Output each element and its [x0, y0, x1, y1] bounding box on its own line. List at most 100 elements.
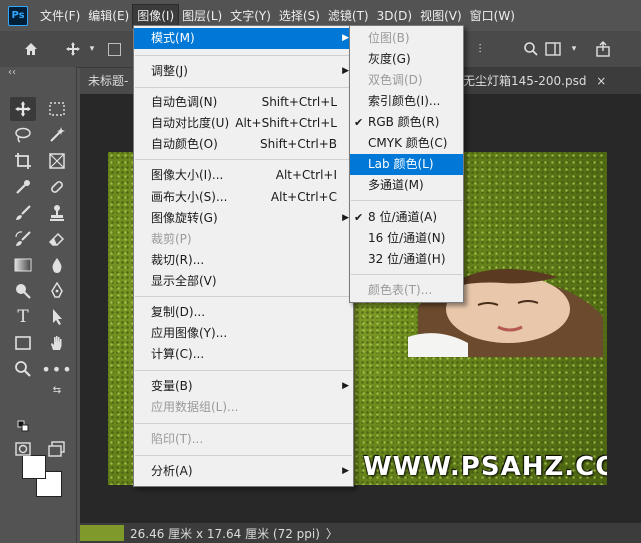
menu-window[interactable]: 窗口(W) [466, 5, 519, 27]
dodge-tool-icon[interactable] [10, 279, 36, 303]
menu-separator [135, 370, 352, 371]
align-icon[interactable]: ⫶ [472, 37, 488, 61]
menu-separator [135, 87, 352, 88]
navigator-thumbnail [80, 525, 124, 541]
menu-item-duplicate[interactable]: 复制(D)... [134, 302, 353, 323]
workspace-dropdown-icon[interactable]: ▾ [566, 37, 582, 61]
menu-item-auto-tone[interactable]: 自动色调(N) Shift+Ctrl+L [134, 92, 353, 113]
menu-separator [135, 296, 352, 297]
quick-mask-icon[interactable] [10, 437, 36, 461]
blur-tool-icon[interactable] [44, 253, 70, 277]
menu-item-variables[interactable]: 变量(B) ▶ [134, 376, 353, 397]
path-selection-tool-icon[interactable] [44, 305, 70, 329]
menu-image[interactable]: 图像(I) [132, 3, 180, 28]
menu-item-multichannel[interactable]: 多通道(M) [350, 175, 463, 196]
menu-item-apply-dataset[interactable]: 应用数据组(L)... [134, 397, 353, 418]
move-tool-options-icon[interactable] [60, 37, 86, 61]
menu-item-crop[interactable]: 裁剪(P) [134, 229, 353, 250]
menu-layer[interactable]: 图层(L) [178, 5, 226, 27]
more-tools-icon[interactable]: ••• [41, 357, 71, 381]
magic-wand-tool-icon[interactable] [44, 123, 70, 147]
move-tool-icon[interactable] [10, 97, 36, 121]
submenu-arrow-icon: ▶ [342, 33, 349, 43]
checkmark-icon: ✔ [354, 211, 364, 224]
menu-item-reveal-all[interactable]: 显示全部(V) [134, 271, 353, 292]
menu-separator [135, 455, 352, 456]
menu-item-image-size[interactable]: 图像大小(I)... Alt+Ctrl+I [134, 165, 353, 186]
close-icon[interactable]: × [596, 74, 606, 88]
default-colors-icon[interactable] [16, 419, 30, 433]
submenu-arrow-icon: ▶ [342, 66, 349, 76]
tab-untitled[interactable]: 未标题- [80, 68, 137, 94]
rectangle-tool-icon[interactable] [10, 331, 36, 355]
menu-separator [351, 274, 462, 275]
tab-document[interactable]: 无尘灯箱145-200.psd × [455, 68, 614, 94]
document-size-text: 26.46 厘米 x 17.64 厘米 (72 ppi) [130, 526, 320, 541]
chevron-down-icon[interactable]: ▾ [84, 37, 100, 61]
brush-tool-icon[interactable] [10, 201, 36, 225]
home-icon[interactable] [18, 37, 44, 61]
submenu-arrow-icon: ▶ [342, 466, 349, 476]
menu-item-mode[interactable]: 模式(M) ▶ [134, 28, 353, 49]
photoshop-logo: Ps [8, 5, 28, 26]
history-brush-tool-icon[interactable] [10, 227, 36, 251]
menu-item-auto-color[interactable]: 自动颜色(O) Shift+Ctrl+B [134, 134, 353, 155]
zoom-tool-icon[interactable] [10, 357, 36, 381]
menu-item-trap[interactable]: 陷印(T)... [134, 429, 353, 450]
menu-item-color-table[interactable]: 颜色表(T)... [350, 280, 463, 301]
screen-mode-icon[interactable] [44, 437, 70, 461]
pen-tool-icon[interactable] [44, 279, 70, 303]
menu-item-grayscale[interactable]: 灰度(G) [350, 49, 463, 70]
gradient-tool-icon[interactable] [10, 253, 36, 277]
type-tool-icon[interactable]: T [10, 305, 36, 329]
menu-edit[interactable]: 编辑(E) [84, 5, 133, 27]
watermark-text: WWW.PSAHZ.COM [363, 452, 607, 482]
menu-item-16-bit[interactable]: 16 位/通道(N) [350, 228, 463, 249]
healing-brush-tool-icon[interactable] [44, 175, 70, 199]
menu-filter[interactable]: 滤镜(T) [324, 5, 373, 27]
crop-tool-icon[interactable] [10, 149, 36, 173]
checkmark-icon: ✔ [354, 116, 364, 129]
marquee-tool-icon[interactable] [44, 97, 70, 121]
menu-type[interactable]: 文字(Y) [226, 5, 275, 27]
menu-item-apply-image[interactable]: 应用图像(Y)... [134, 323, 353, 344]
menu-item-auto-contrast[interactable]: 自动对比度(U) Alt+Shift+Ctrl+L [134, 113, 353, 134]
menu-3d[interactable]: 3D(D) [373, 5, 416, 27]
menu-item-cmyk-color[interactable]: CMYK 颜色(C) [350, 133, 463, 154]
status-bar: 26.46 厘米 x 17.64 厘米 (72 ppi) 〉 [80, 523, 641, 543]
menu-item-image-rotation[interactable]: 图像旋转(G) ▶ [134, 208, 353, 229]
menu-select[interactable]: 选择(S) [275, 5, 324, 27]
menu-item-canvas-size[interactable]: 画布大小(S)... Alt+Ctrl+C [134, 187, 353, 208]
menu-item-indexed-color[interactable]: 索引颜色(I)... [350, 91, 463, 112]
swap-colors-icon[interactable]: ⇆ [50, 383, 64, 397]
menu-file[interactable]: 文件(F) [36, 5, 84, 27]
auto-select-checkbox[interactable] [106, 37, 122, 61]
menu-item-8-bit[interactable]: ✔ 8 位/通道(A) [350, 207, 463, 228]
menu-item-analysis[interactable]: 分析(A) ▶ [134, 461, 353, 482]
menu-item-rgb-color[interactable]: ✔ RGB 颜色(R) [350, 112, 463, 133]
menu-item-calculations[interactable]: 计算(C)... [134, 344, 353, 365]
share-icon[interactable] [590, 37, 616, 61]
submenu-arrow-icon: ▶ [342, 213, 349, 223]
status-menu-arrow-icon[interactable]: 〉 [326, 525, 338, 542]
menu-item-lab-color[interactable]: Lab 颜色(L) [350, 154, 463, 175]
workspace-icon[interactable] [540, 37, 566, 61]
menu-item-trim[interactable]: 裁切(R)... [134, 250, 353, 271]
hand-tool-icon[interactable] [44, 331, 70, 355]
mode-submenu: 位图(B) 灰度(G) 双色调(D) 索引颜色(I)... ✔ RGB 颜色(R)… [349, 25, 464, 303]
eyedropper-tool-icon[interactable] [10, 175, 36, 199]
menu-item-bitmap[interactable]: 位图(B) [350, 28, 463, 49]
menu-item-32-bit[interactable]: 32 位/通道(H) [350, 249, 463, 270]
menu-view[interactable]: 视图(V) [416, 5, 466, 27]
collapse-toolbox-icon[interactable]: ‹‹ [8, 67, 16, 78]
eraser-tool-icon[interactable] [44, 227, 70, 251]
menu-separator [135, 159, 352, 160]
toolbox: ‹‹ T ••• ⇆ [0, 67, 77, 543]
frame-tool-icon[interactable] [44, 149, 70, 173]
image-menu: 模式(M) ▶ 调整(J) ▶ 自动色调(N) Shift+Ctrl+L 自动对比度(… [133, 25, 354, 487]
menu-item-duotone[interactable]: 双色调(D) [350, 70, 463, 91]
menu-item-adjust[interactable]: 调整(J) ▶ [134, 61, 353, 82]
menu-separator [135, 55, 352, 56]
clone-stamp-tool-icon[interactable] [44, 201, 70, 225]
lasso-tool-icon[interactable] [10, 123, 36, 147]
